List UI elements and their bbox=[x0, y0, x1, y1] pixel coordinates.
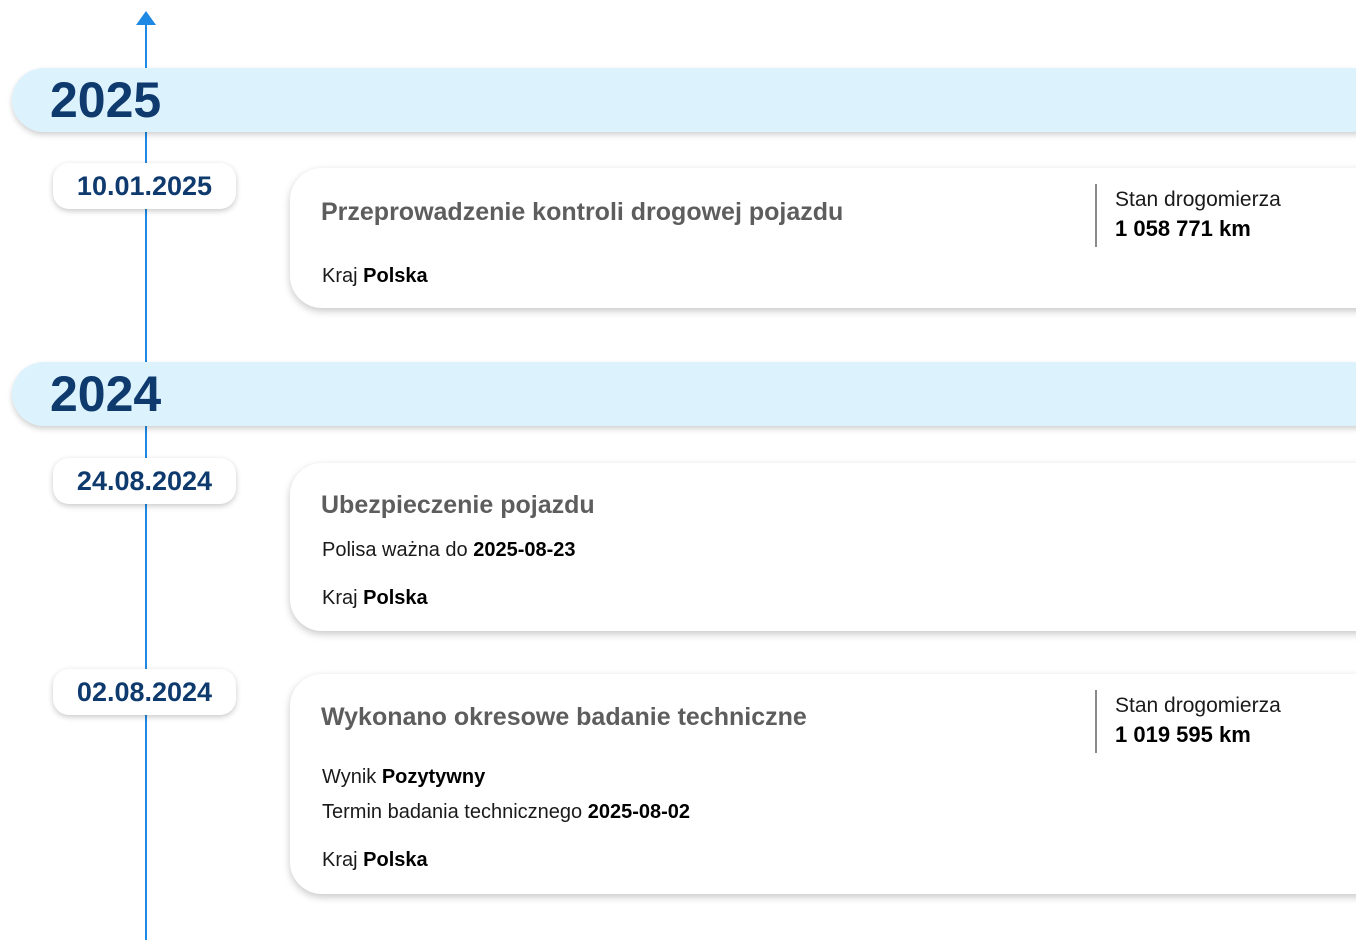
odometer-value: 1 058 771 km bbox=[1115, 216, 1251, 241]
country-label: Kraj bbox=[322, 587, 358, 609]
country-row: Kraj Polska bbox=[322, 849, 428, 872]
country-value: Polska bbox=[363, 849, 428, 871]
year-label: 2024 bbox=[50, 366, 162, 422]
result-value: Pozytywny bbox=[381, 766, 486, 788]
vehicle-history-timeline: 2025 10.01.2025 Przeprowadzenie kontroli… bbox=[0, 0, 1356, 940]
odometer-label: Stan drogomierza bbox=[1115, 694, 1281, 717]
country-value: Polska bbox=[363, 587, 428, 609]
year-label: 2025 bbox=[50, 72, 162, 128]
policy-value: 2025-08-23 bbox=[473, 539, 576, 561]
odometer-value: 1 019 595 km bbox=[1115, 722, 1251, 747]
event-title: Przeprowadzenie kontroli drogowej pojazd… bbox=[321, 198, 844, 226]
next-inspection-row: Termin badania technicznego 2025-08-02 bbox=[322, 801, 690, 824]
event-card-technical-inspection[interactable]: Wykonano okresowe badanie techniczne Sta… bbox=[290, 674, 1356, 894]
country-label: Kraj bbox=[322, 265, 358, 287]
odometer-block: Stan drogomierza 1 058 771 km bbox=[1095, 184, 1345, 247]
next-inspection-value: 2025-08-02 bbox=[587, 801, 691, 823]
country-value: Polska bbox=[363, 265, 428, 287]
event-card-insurance[interactable]: Ubezpieczenie pojazdu Polisa ważna do 20… bbox=[290, 463, 1356, 631]
result-row: Wynik Pozytywny bbox=[322, 766, 485, 789]
odometer-block: Stan drogomierza 1 019 595 km bbox=[1095, 690, 1345, 753]
event-date: 24.08.2024 bbox=[53, 458, 236, 504]
policy-row: Polisa ważna do 2025-08-23 bbox=[322, 539, 576, 562]
country-label: Kraj bbox=[322, 849, 358, 871]
year-header-2024: 2024 bbox=[12, 362, 1356, 426]
next-inspection-label: Termin badania technicznego bbox=[322, 801, 583, 823]
timeline-arrow-icon bbox=[136, 11, 156, 25]
event-card-road-inspection[interactable]: Przeprowadzenie kontroli drogowej pojazd… bbox=[290, 168, 1356, 308]
country-row: Kraj Polska bbox=[322, 265, 428, 288]
result-label: Wynik bbox=[322, 766, 377, 788]
policy-label: Polisa ważna do bbox=[322, 539, 468, 561]
odometer-divider bbox=[1095, 184, 1097, 247]
year-header-2025: 2025 bbox=[12, 68, 1356, 132]
event-title: Wykonano okresowe badanie techniczne bbox=[321, 703, 807, 731]
odometer-divider bbox=[1095, 690, 1097, 753]
event-date: 10.01.2025 bbox=[53, 163, 236, 209]
country-row: Kraj Polska bbox=[322, 587, 428, 610]
event-title: Ubezpieczenie pojazdu bbox=[321, 491, 595, 519]
odometer-label: Stan drogomierza bbox=[1115, 188, 1281, 211]
event-date: 02.08.2024 bbox=[53, 669, 236, 715]
